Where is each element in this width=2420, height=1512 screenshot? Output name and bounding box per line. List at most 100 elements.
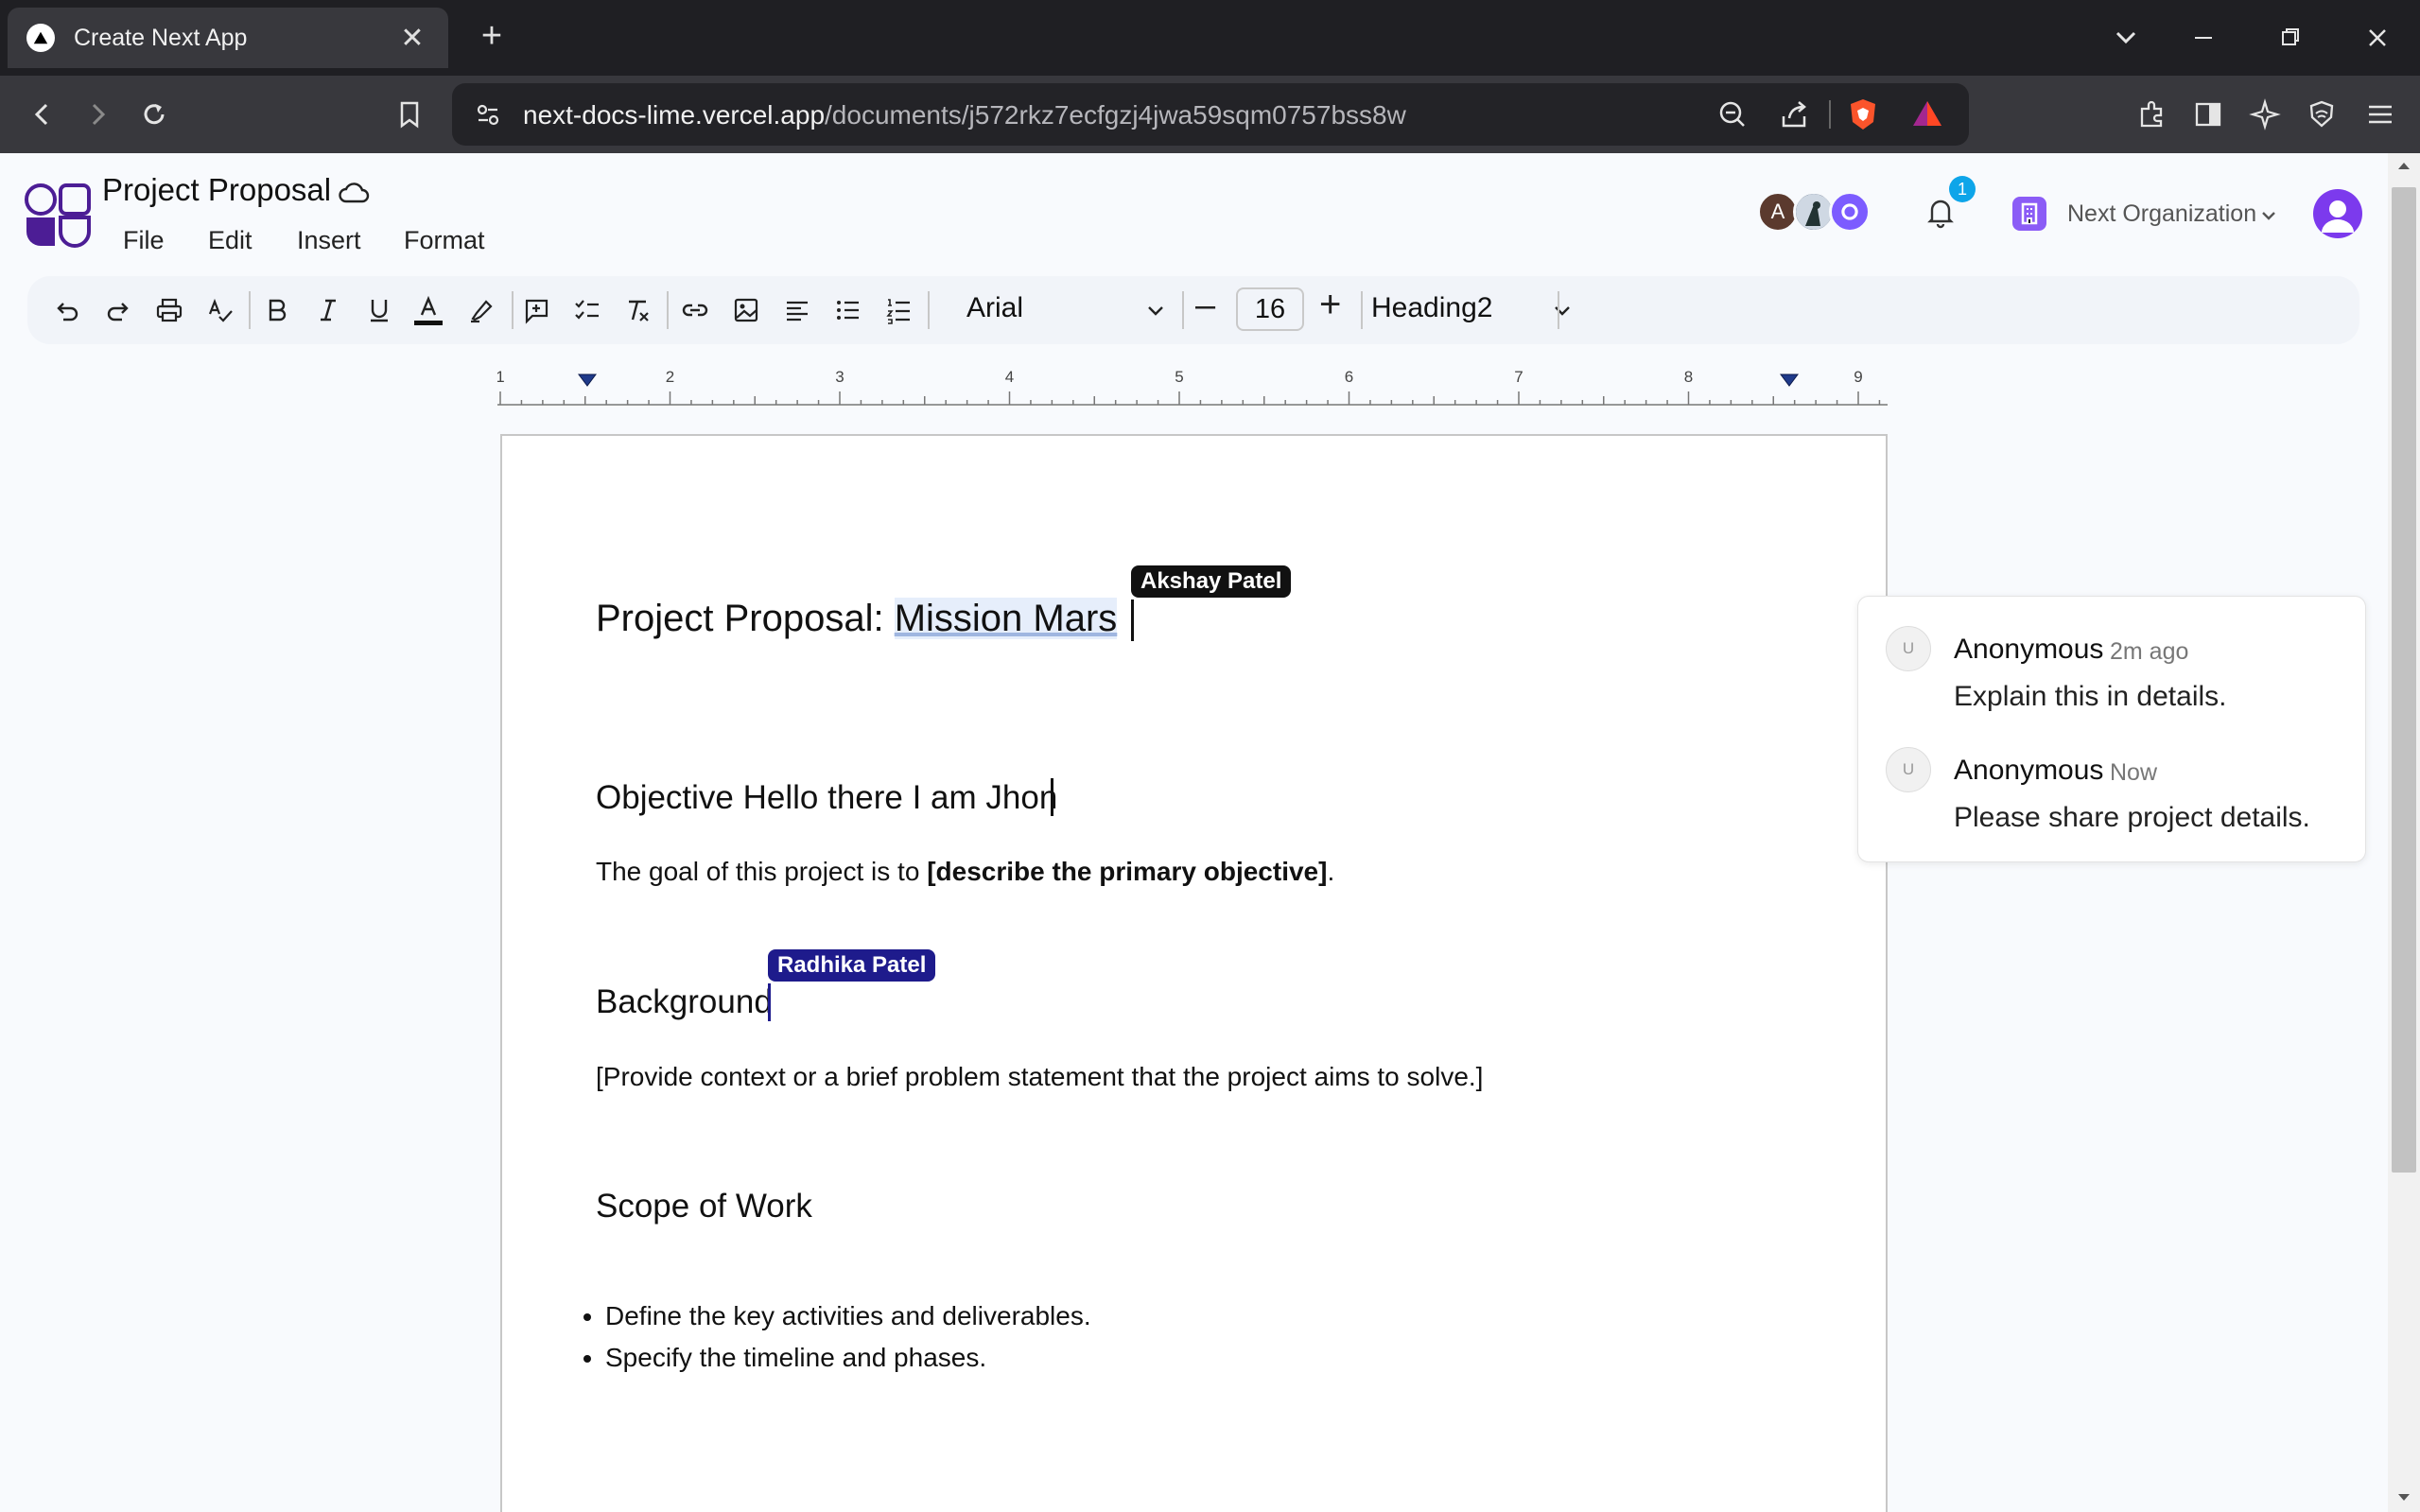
scrollbar-thumb[interactable] — [2392, 187, 2416, 1173]
ruler-label: 9 — [1854, 368, 1862, 386]
goal-suffix: . — [1327, 857, 1335, 886]
comments-panel: U Anonymous 2m ago Explain this in detai… — [1857, 596, 2366, 862]
comment-text[interactable]: Explain this in details. — [1954, 681, 2227, 713]
site-settings-icon[interactable] — [469, 96, 507, 133]
bold-icon[interactable] — [260, 293, 294, 327]
menu-format[interactable]: Format — [404, 226, 485, 255]
increase-font-size-button[interactable]: + — [1319, 284, 1341, 326]
cursor-label-radhika: Radhika Patel — [768, 949, 936, 982]
chevron-down-icon[interactable] — [1548, 297, 1576, 325]
scroll-down-icon[interactable] — [2396, 1491, 2411, 1504]
comment-author: Anonymous — [1954, 755, 2104, 786]
redo-icon[interactable] — [101, 293, 135, 327]
comment-author: Anonymous — [1954, 634, 2104, 665]
scroll-up-icon[interactable] — [2396, 159, 2411, 172]
italic-icon[interactable] — [311, 293, 345, 327]
browser-toolbar: next-docs-lime.vercel.app/documents/j572… — [0, 76, 2420, 153]
image-icon[interactable] — [729, 293, 763, 327]
ruler[interactable]: 1 2 3 4 5 6 7 8 9 — [497, 363, 1888, 410]
leo-ai-icon[interactable] — [2243, 93, 2287, 136]
menu-insert[interactable]: Insert — [297, 226, 361, 255]
background-paragraph[interactable]: [Provide context or a brief problem stat… — [596, 1062, 1483, 1092]
ruler-label: 2 — [666, 368, 674, 386]
left-indent-marker[interactable] — [578, 374, 597, 387]
organization-icon[interactable] — [2012, 197, 2046, 231]
ruler-label: 5 — [1175, 368, 1183, 386]
restore-button[interactable] — [2272, 19, 2309, 57]
ruler-label: 8 — [1684, 368, 1693, 386]
decrease-font-size-button[interactable]: – — [1195, 286, 1215, 326]
user-avatar[interactable] — [2313, 189, 2362, 238]
document-title[interactable]: Project Proposal — [102, 172, 331, 208]
undo-icon[interactable] — [50, 293, 84, 327]
organization-switcher[interactable]: Next Organization — [2067, 200, 2256, 228]
browser-tab[interactable]: Create Next App ✕ — [8, 8, 448, 68]
add-comment-icon[interactable] — [519, 293, 553, 327]
comment-avatar: U — [1886, 747, 1931, 792]
objective-heading[interactable]: Objective Hello there I am Jhon — [596, 779, 1057, 817]
underline-icon[interactable] — [362, 293, 396, 327]
title-prefix: Project Proposal: — [596, 598, 895, 639]
app-header: Project Proposal File Edit Insert Format… — [0, 153, 2388, 276]
app-logo[interactable] — [25, 182, 93, 250]
collaborator-cursor — [768, 983, 771, 1021]
goal-paragraph[interactable]: The goal of this project is to [describe… — [596, 857, 1334, 887]
brave-rewards-icon[interactable] — [1908, 96, 1946, 133]
align-left-icon[interactable] — [780, 293, 814, 327]
ruler-label: 1 — [497, 368, 505, 386]
close-window-button[interactable] — [2359, 19, 2396, 57]
bullet-list-icon[interactable] — [831, 293, 865, 327]
sidebar-toggle-icon[interactable] — [2186, 93, 2230, 136]
tab-list-chevron-icon[interactable] — [2107, 19, 2145, 57]
text-color-icon[interactable] — [411, 293, 445, 327]
new-tab-button[interactable]: + — [473, 18, 511, 57]
heading-style-select[interactable]: Heading2 — [1371, 292, 1492, 324]
goal-bold: [describe the primary objective] — [927, 857, 1328, 886]
page-scrollbar[interactable] — [2388, 153, 2420, 1512]
share-icon[interactable] — [1776, 96, 1814, 133]
scope-heading[interactable]: Scope of Work — [596, 1188, 812, 1225]
cursor-label-akshay: Akshay Patel — [1131, 565, 1292, 598]
list-item[interactable]: Define the key activities and deliverabl… — [605, 1301, 1091, 1331]
print-icon[interactable] — [152, 293, 186, 327]
minimize-button[interactable] — [2185, 19, 2222, 57]
brave-shield-icon[interactable] — [1844, 96, 1882, 133]
browser-titlebar: Create Next App ✕ + — [0, 0, 2420, 76]
ruler-label: 7 — [1514, 368, 1523, 386]
menu-file[interactable]: File — [123, 226, 165, 255]
vpn-icon[interactable] — [2300, 93, 2343, 136]
bookmark-icon[interactable] — [388, 93, 431, 136]
highlighted-text: Mission Mars — [894, 598, 1118, 639]
clear-format-icon[interactable] — [621, 293, 655, 327]
url-text: next-docs-lime.vercel.app/documents/j572… — [523, 100, 1406, 130]
zoom-out-icon[interactable] — [1714, 96, 1751, 133]
reload-icon[interactable] — [132, 93, 176, 136]
checklist-icon[interactable] — [570, 293, 604, 327]
numbered-list-icon[interactable] — [882, 293, 916, 327]
tab-title: Create Next App — [74, 24, 248, 51]
goal-prefix: The goal of this project is to — [596, 857, 928, 886]
chevron-down-icon[interactable] — [2255, 202, 2282, 229]
avatar[interactable] — [1829, 191, 1871, 233]
menu-edit[interactable]: Edit — [208, 226, 252, 255]
right-indent-marker[interactable] — [1780, 374, 1799, 387]
browser-menu-icon[interactable] — [2359, 93, 2402, 136]
editor-toolbar: Arial – 16 + Heading2 — [27, 276, 2359, 344]
forward-icon[interactable] — [76, 93, 119, 136]
document-title-heading[interactable]: Project Proposal: Mission Mars — [596, 598, 1118, 640]
background-heading[interactable]: Background — [596, 983, 773, 1021]
tab-close-icon[interactable]: ✕ — [395, 22, 429, 55]
notification-count-badge: 1 — [1949, 176, 1976, 202]
address-bar[interactable]: next-docs-lime.vercel.app/documents/j572… — [452, 83, 1969, 146]
chevron-down-icon[interactable] — [1141, 297, 1170, 325]
comment-avatar: U — [1886, 626, 1931, 671]
link-icon[interactable] — [678, 293, 712, 327]
comment-text[interactable]: Please share project details. — [1954, 802, 2310, 834]
back-icon[interactable] — [21, 93, 64, 136]
list-item[interactable]: Specify the timeline and phases. — [605, 1343, 1091, 1373]
font-size-input[interactable]: 16 — [1236, 287, 1304, 331]
extensions-icon[interactable] — [2130, 93, 2173, 136]
spellcheck-icon[interactable] — [203, 293, 237, 327]
font-family-select[interactable]: Arial — [966, 292, 1023, 324]
highlighter-icon[interactable] — [464, 293, 498, 327]
